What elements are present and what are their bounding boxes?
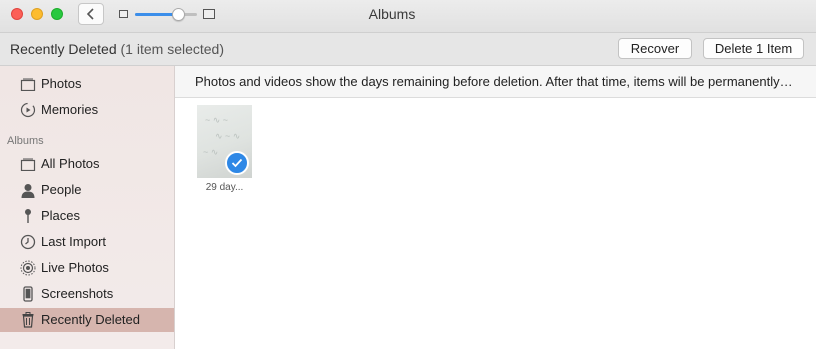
all-photos-icon	[19, 156, 37, 172]
memories-icon	[19, 102, 37, 118]
sidebar-item-screenshots[interactable]: Screenshots	[0, 282, 174, 306]
deletion-info-banner: Photos and videos show the days remainin…	[175, 66, 816, 98]
zoom-slider-track[interactable]	[135, 8, 197, 21]
sidebar-item-label: Live Photos	[41, 260, 109, 275]
deletion-info-text: Photos and videos show the days remainin…	[195, 74, 795, 89]
phone-icon	[19, 286, 37, 302]
clock-icon	[19, 234, 37, 250]
zoom-slider[interactable]	[119, 8, 215, 22]
sidebar: Photos Memories Albums All Photos People…	[0, 66, 175, 349]
chevron-left-icon	[86, 8, 94, 20]
albums-section-header: Albums	[7, 135, 44, 147]
title-bar: Albums	[0, 0, 816, 33]
sidebar-item-memories[interactable]: Memories	[0, 98, 174, 122]
thumbnail-scribble: ~ ∿	[203, 147, 219, 157]
album-title: Recently Deleted (1 item selected)	[10, 41, 224, 57]
sidebar-item-label: Places	[41, 208, 81, 223]
minimize-window-button[interactable]	[31, 8, 43, 20]
live-photos-icon	[19, 260, 37, 276]
window-title: Albums	[368, 6, 416, 22]
small-thumbnail-icon	[119, 10, 128, 18]
days-remaining-label: 29 day...	[205, 182, 244, 193]
sidebar-item-photos[interactable]: Photos	[0, 72, 174, 96]
album-name: Recently Deleted	[10, 41, 117, 57]
sidebar-item-label: Screenshots	[41, 286, 114, 301]
checkmark-icon[interactable]	[225, 151, 249, 175]
sidebar-item-label: Last Import	[41, 234, 107, 249]
sidebar-item-label: Photos	[41, 76, 82, 91]
thumbnail-scribble: ∿ ~ ∿	[215, 131, 241, 141]
sidebar-item-all-photos[interactable]: All Photos	[0, 152, 174, 176]
sidebar-item-live-photos[interactable]: Live Photos	[0, 256, 174, 280]
pin-icon	[19, 208, 37, 224]
close-window-button[interactable]	[11, 8, 23, 20]
sidebar-item-recently-deleted[interactable]: Recently Deleted	[0, 308, 174, 332]
back-button[interactable]	[78, 3, 104, 25]
album-header: Recently Deleted (1 item selected) Recov…	[0, 33, 816, 66]
sidebar-item-last-import[interactable]: Last Import	[0, 230, 174, 254]
recover-button[interactable]: Recover	[618, 38, 692, 59]
trash-icon	[19, 312, 37, 328]
zoom-window-button[interactable]	[51, 8, 63, 20]
sidebar-item-label: All Photos	[41, 156, 100, 171]
sidebar-item-people[interactable]: People	[0, 178, 174, 202]
zoom-slider-knob[interactable]	[171, 8, 185, 21]
selection-count: (1 item selected)	[120, 41, 224, 57]
large-thumbnail-icon	[203, 9, 215, 19]
person-icon	[19, 182, 37, 198]
sidebar-item-label: Recently Deleted	[41, 312, 140, 327]
sidebar-item-label: Memories	[41, 102, 99, 117]
photos-icon	[19, 76, 37, 92]
thumbnail-scribble: ~ ∿ ~	[205, 115, 229, 125]
sidebar-item-places[interactable]: Places	[0, 204, 174, 228]
delete-items-button[interactable]: Delete 1 Item	[703, 38, 804, 59]
sidebar-item-label: People	[41, 182, 82, 197]
